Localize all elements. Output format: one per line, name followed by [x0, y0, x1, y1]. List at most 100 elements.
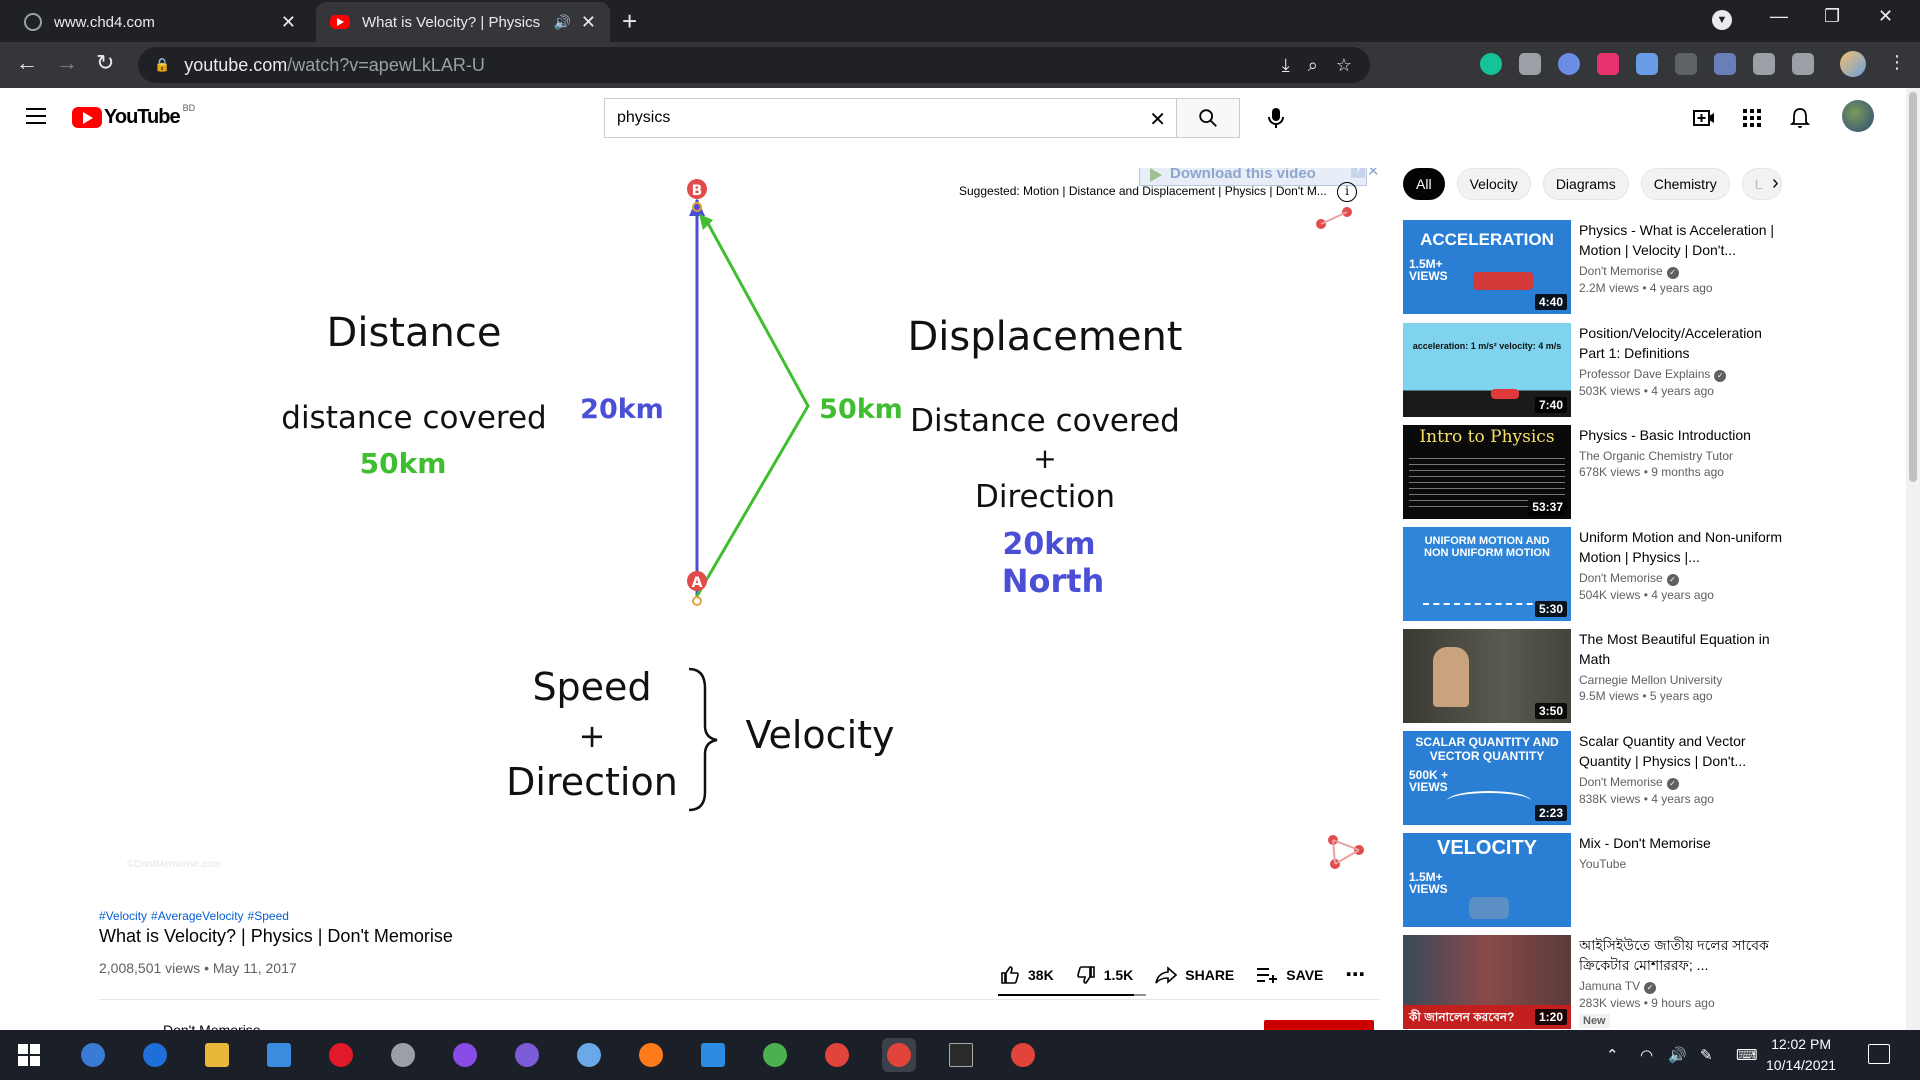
browser-tab-youtube[interactable]: What is Velocity? | Physics | Don't Memo…: [316, 2, 610, 42]
firefox-taskbar-icon[interactable]: [634, 1038, 668, 1072]
keyboard-icon[interactable]: ⌨: [1736, 1046, 1758, 1064]
pen-extension-icon[interactable]: [1714, 53, 1736, 75]
account-avatar[interactable]: [1842, 100, 1874, 132]
apps-grid-icon[interactable]: [1740, 106, 1764, 130]
video-thumbnail[interactable]: SCALAR QUANTITY AND VECTOR QUANTITY 500K…: [1403, 731, 1571, 825]
hashtag-link[interactable]: #Velocity: [99, 909, 147, 923]
download-help-icon[interactable]: ?: [1351, 168, 1365, 178]
chevron-right-icon[interactable]: ›: [1772, 172, 1779, 195]
minimize-icon[interactable]: —: [1770, 6, 1788, 27]
rec-title[interactable]: Uniform Motion and Non-uniform Motion | …: [1579, 527, 1789, 567]
recommendation-item[interactable]: 3:50 The Most Beautiful Equation in Math…: [1403, 629, 1843, 723]
chip-velocity[interactable]: Velocity: [1456, 168, 1531, 200]
restore-icon[interactable]: ❐: [1824, 6, 1840, 27]
chip-all[interactable]: All: [1403, 168, 1445, 200]
video-thumbnail[interactable]: ACCELERATION 1.5M+ VIEWS 4:40: [1403, 220, 1571, 314]
screen-extension-icon[interactable]: [1675, 53, 1697, 75]
forward-icon[interactable]: →: [56, 50, 78, 76]
volume-icon[interactable]: 🔊: [1668, 1046, 1687, 1064]
recommendation-item[interactable]: acceleration: 1 m/s² velocity: 4 m/s 7:4…: [1403, 323, 1843, 417]
qbittorrent-taskbar-icon[interactable]: [76, 1038, 110, 1072]
like-button[interactable]: 38K: [1000, 965, 1054, 985]
share-button[interactable]: SHARE: [1155, 965, 1234, 984]
close-tab-icon[interactable]: ✕: [281, 12, 296, 33]
video-thumbnail[interactable]: VELOCITY 1.5M+ VIEWS: [1403, 833, 1571, 927]
chrome-active-taskbar-icon[interactable]: [882, 1038, 916, 1072]
hashtag-link[interactable]: #Speed: [248, 909, 289, 923]
recommendation-item[interactable]: Intro to Physics 53:37 Physics - Basic I…: [1403, 425, 1843, 519]
messenger-taskbar-icon[interactable]: [448, 1038, 482, 1072]
hashtag-link[interactable]: #AverageVelocity: [151, 909, 244, 923]
recommendation-item[interactable]: ACCELERATION 1.5M+ VIEWS 4:40 Physics - …: [1403, 220, 1843, 314]
bookmark-star-icon[interactable]: ☆: [1336, 55, 1352, 76]
github-taskbar-icon[interactable]: [510, 1038, 544, 1072]
rec-channel[interactable]: Don't Memorise: [1579, 571, 1663, 585]
tab-search-icon[interactable]: ▼: [1712, 10, 1732, 30]
info-card-icon[interactable]: i: [1337, 182, 1357, 202]
chrome-profile-taskbar-icon[interactable]: [1006, 1038, 1040, 1072]
rec-title[interactable]: Position/Velocity/Acceleration Part 1: D…: [1579, 323, 1789, 363]
rec-channel[interactable]: YouTube: [1579, 857, 1626, 871]
system-clock[interactable]: 12:02 PM 10/14/2021: [1766, 1034, 1836, 1076]
colorful-app-taskbar-icon[interactable]: [758, 1038, 792, 1072]
video-thumbnail[interactable]: Intro to Physics 53:37: [1403, 425, 1571, 519]
terminal-taskbar-icon[interactable]: [944, 1038, 978, 1072]
windows-start-icon[interactable]: [18, 1044, 40, 1066]
video-thumbnail[interactable]: UNIFORM MOTION AND NON UNIFORM MOTION 5:…: [1403, 527, 1571, 621]
close-window-icon[interactable]: ✕: [1878, 6, 1893, 27]
rec-channel[interactable]: Jamuna TV: [1579, 979, 1640, 993]
grammarly-extension-icon[interactable]: [1480, 53, 1502, 75]
menu-icon[interactable]: [26, 108, 46, 124]
reload-icon[interactable]: ↻: [96, 50, 114, 76]
reading-list-icon[interactable]: [1792, 53, 1814, 75]
edge-taskbar-icon[interactable]: [138, 1038, 172, 1072]
search-input[interactable]: [617, 109, 1117, 127]
camera-extension-icon[interactable]: [1519, 53, 1541, 75]
subscribe-button[interactable]: [1264, 1020, 1374, 1030]
rec-channel[interactable]: Carnegie Mellon University: [1579, 673, 1722, 687]
chip-chemistry[interactable]: Chemistry: [1640, 168, 1730, 200]
browser-profile-avatar[interactable]: [1840, 51, 1866, 77]
chrome-taskbar-icon[interactable]: [820, 1038, 854, 1072]
create-video-icon[interactable]: [1692, 106, 1716, 130]
search-button[interactable]: [1176, 98, 1240, 138]
youtube-logo[interactable]: YouTube BD: [72, 103, 195, 129]
rec-title[interactable]: Mix - Don't Memorise: [1579, 833, 1789, 853]
satellite-taskbar-icon[interactable]: [386, 1038, 420, 1072]
chip-diagrams[interactable]: Diagrams: [1542, 168, 1629, 200]
page-scrollbar[interactable]: [1906, 88, 1920, 1030]
rec-title[interactable]: Physics - What is Acceleration | Motion …: [1579, 220, 1789, 260]
clear-search-icon[interactable]: ✕: [1149, 107, 1166, 132]
recommendation-item[interactable]: কী জানালেন করবেন? 1:20 আইসিইউতে জাতীয় দ…: [1403, 935, 1843, 1029]
pinwheel-taskbar-icon[interactable]: [572, 1038, 606, 1072]
rec-title[interactable]: The Most Beautiful Equation in Math: [1579, 629, 1789, 669]
rec-channel[interactable]: Don't Memorise: [1579, 775, 1663, 789]
voice-search-button[interactable]: [1256, 98, 1296, 138]
recommendation-item[interactable]: UNIFORM MOTION AND NON UNIFORM MOTION 5:…: [1403, 527, 1843, 621]
more-actions-icon[interactable]: ⋯: [1345, 962, 1365, 987]
close-tab-icon[interactable]: ✕: [581, 12, 596, 33]
wifi-icon[interactable]: ◠: [1640, 1046, 1653, 1064]
dislike-button[interactable]: 1.5K: [1076, 965, 1133, 985]
browser-menu-icon[interactable]: ⋮: [1888, 52, 1906, 73]
lock-icon[interactable]: 🔒: [154, 57, 170, 73]
mail-taskbar-icon[interactable]: [262, 1038, 296, 1072]
zoom-icon[interactable]: ⌕: [1308, 55, 1318, 76]
flag-extension-icon[interactable]: [1597, 53, 1619, 75]
video-thumbnail[interactable]: 3:50: [1403, 629, 1571, 723]
rec-channel[interactable]: Professor Dave Explains: [1579, 367, 1710, 381]
install-app-icon[interactable]: ⤓: [1282, 55, 1290, 76]
video-thumbnail[interactable]: acceleration: 1 m/s² velocity: 4 m/s 7:4…: [1403, 323, 1571, 417]
rec-title[interactable]: Scalar Quantity and Vector Quantity | Ph…: [1579, 731, 1789, 771]
notification-center-icon[interactable]: [1868, 1044, 1890, 1064]
back-icon[interactable]: ←: [16, 50, 38, 76]
pen-icon[interactable]: ✎: [1700, 1046, 1713, 1064]
notifications-bell-icon[interactable]: [1788, 106, 1812, 130]
recommendation-item[interactable]: VELOCITY 1.5M+ VIEWS Mix - Don't Memoris…: [1403, 833, 1843, 927]
rec-channel[interactable]: The Organic Chemistry Tutor: [1579, 449, 1733, 463]
show-hidden-icons-icon[interactable]: ⌃: [1606, 1046, 1619, 1064]
colorful-extension-icon[interactable]: [1558, 53, 1580, 75]
opera-taskbar-icon[interactable]: [324, 1038, 358, 1072]
file-explorer-taskbar-icon[interactable]: [200, 1038, 234, 1072]
video-player[interactable]: Distance distance covered 50km B A 20km …: [99, 168, 1379, 888]
